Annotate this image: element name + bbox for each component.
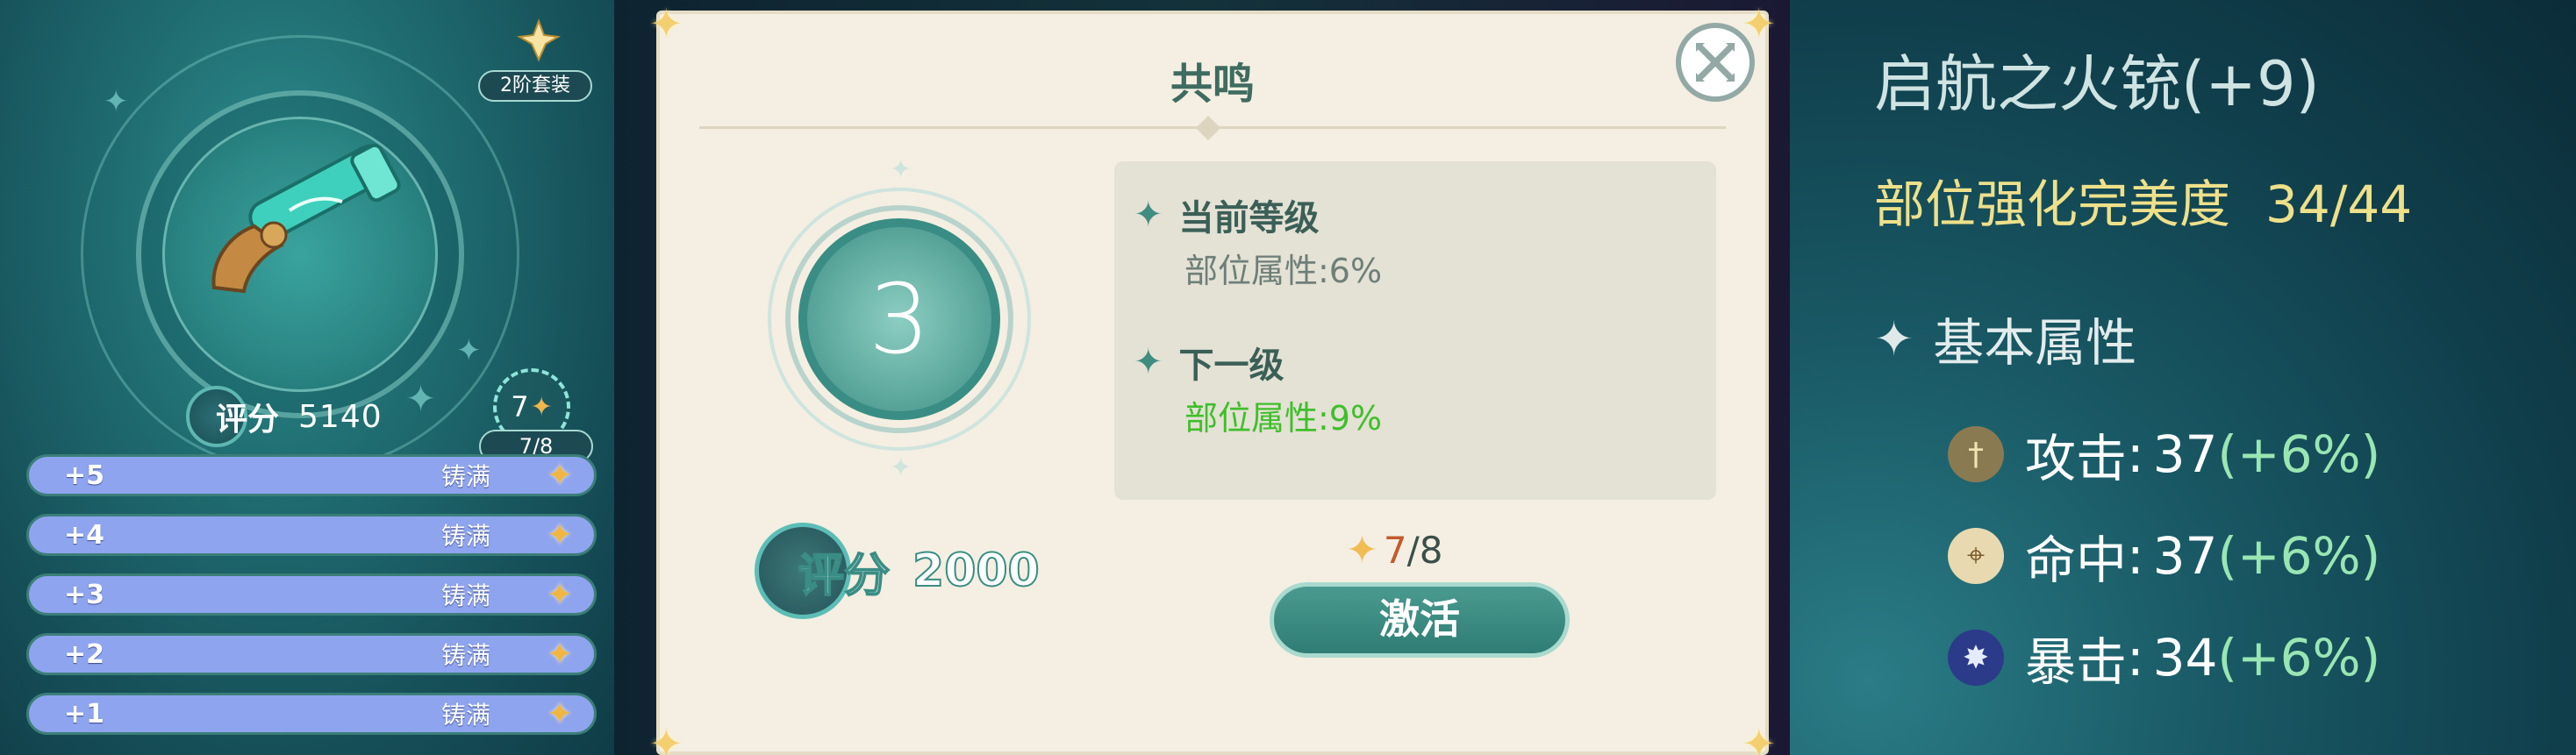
- current-level-label: 当前等级: [1178, 198, 1320, 239]
- star-count: 7: [511, 390, 529, 424]
- perfection-value: 34/44: [2265, 175, 2413, 234]
- attr-name: 暴击: [2025, 632, 2128, 692]
- row-status: 铸满: [441, 641, 491, 670]
- score-display: 评分 5140: [186, 386, 383, 447]
- next-level-value: 部位属性:9%: [1184, 399, 1383, 438]
- crit-icon: ✸: [1948, 630, 2004, 686]
- row-status: 铸满: [441, 581, 491, 610]
- attr-colon: :: [2127, 628, 2144, 687]
- attr-colon: :: [2127, 526, 2144, 586]
- set-badge[interactable]: 2阶套装: [478, 70, 592, 102]
- star-icon: ✦: [546, 695, 573, 732]
- attr-name: 命中: [2025, 531, 2128, 590]
- corner-star-icon: ✦: [649, 720, 683, 755]
- score-value: 5140: [298, 398, 383, 435]
- dialog-score: 评分 2000: [755, 523, 1041, 619]
- perfection-row: 部位强化完美度 34/44: [1874, 163, 2412, 237]
- sparkle-icon: ✦: [104, 84, 129, 119]
- attr-value: 37: [2152, 424, 2218, 484]
- attr-bonus: (+6%): [2217, 628, 2381, 687]
- hit-icon: ⌖: [1948, 528, 2004, 584]
- star-icon: ✦: [1346, 528, 1378, 573]
- close-button[interactable]: [1676, 23, 1755, 102]
- title-divider: [699, 126, 1726, 129]
- base-attributes-heading: ✦ 基本属性: [1874, 302, 2136, 375]
- current-level-heading: ✦ 当前等级: [1134, 189, 1320, 240]
- next-level-label: 下一级: [1178, 345, 1284, 386]
- sparkle-icon: ✦: [890, 452, 912, 483]
- req-total: /8: [1406, 529, 1443, 572]
- row-level: +1: [64, 698, 105, 730]
- current-level-value: 部位属性:6%: [1184, 252, 1383, 290]
- equipment-panel: ✦ ✦ ✦ 2阶套装 评分 5140 7 ✦ 7/8 +5 铸满 ✦ +4 铸满…: [0, 0, 614, 755]
- star-icon: ✦: [546, 636, 573, 673]
- perfection-label: 部位强化完美度: [1874, 175, 2231, 234]
- enhance-row[interactable]: +2 铸满 ✦: [26, 633, 597, 675]
- set-bonus-icon[interactable]: [514, 16, 563, 65]
- attribute-row: ⌖ 命中: 37 (+6%): [1948, 519, 2380, 593]
- row-level: +2: [64, 638, 105, 670]
- sparkle-icon: ✦: [1134, 342, 1163, 382]
- attr-colon: :: [2127, 424, 2144, 484]
- attr-name: 攻击: [2025, 429, 2128, 488]
- sparkle-icon: ✦: [890, 154, 912, 185]
- sparkle-icon: ✦: [1874, 310, 1914, 367]
- enhance-row[interactable]: +3 铸满 ✦: [26, 573, 597, 616]
- item-title: 启航之火铳(+9): [1874, 48, 2320, 120]
- base-attributes-label: 基本属性: [1933, 313, 2137, 373]
- score-label: 评分: [216, 402, 280, 438]
- row-level: +3: [64, 579, 105, 610]
- attribute-row: † 攻击: 37 (+6%): [1948, 417, 2380, 491]
- resonance-level: 3: [869, 263, 930, 375]
- attr-value: 34: [2152, 628, 2218, 687]
- enhance-row[interactable]: +5 铸满 ✦: [26, 454, 597, 496]
- star-icon: ✦: [546, 576, 573, 613]
- resonance-dialog: ✦ ✦ ✦ ✦ 共鸣 ✦ ✦ 3 ✦ 当前等级 部位属性:6% ✦ 下一级 部位…: [649, 0, 1776, 755]
- sparkle-icon: ✦: [1134, 195, 1163, 235]
- enhance-row[interactable]: +1 铸满 ✦: [26, 693, 597, 735]
- screenshot: ✦ ✦ ✦ 2阶套装 评分 5140 7 ✦ 7/8 +5 铸满 ✦ +4 铸满…: [0, 0, 2576, 755]
- corner-star-icon: ✦: [649, 0, 683, 47]
- star-icon: ✦: [546, 457, 573, 494]
- attack-icon: †: [1948, 426, 2004, 482]
- attr-bonus: (+6%): [2217, 526, 2381, 586]
- attr-bonus: (+6%): [2217, 424, 2381, 484]
- item-detail-panel: 启航之火铳(+9) 部位强化完美度 34/44 ✦ 基本属性 † 攻击: 37 (+…: [1790, 0, 2576, 755]
- score-label: 评分: [798, 549, 891, 603]
- dialog-title: 共鸣: [1170, 60, 1255, 109]
- attr-value: 37: [2152, 526, 2218, 586]
- flintlock-gun-icon: [211, 143, 401, 294]
- star-icon: ✦: [546, 516, 573, 553]
- close-icon: [1696, 43, 1735, 82]
- row-level: +5: [64, 459, 105, 491]
- req-current: 7: [1383, 529, 1407, 572]
- corner-star-icon: ✦: [1742, 720, 1776, 755]
- activate-button[interactable]: 激活: [1270, 582, 1570, 658]
- resonance-level-badge: 3: [798, 218, 1000, 420]
- enhance-row[interactable]: +4 铸满 ✦: [26, 514, 597, 556]
- star-icon: ✦: [530, 391, 553, 423]
- attribute-row: ✸ 暴击: 34 (+6%): [1948, 621, 2380, 694]
- next-level-heading: ✦ 下一级: [1134, 337, 1284, 388]
- activation-requirement: ✦ 7 /8: [1346, 528, 1442, 573]
- row-status: 铸满: [441, 701, 491, 730]
- row-status: 铸满: [441, 522, 491, 551]
- score-value: 2000: [912, 544, 1041, 598]
- row-status: 铸满: [441, 462, 491, 491]
- row-level: +4: [64, 519, 105, 551]
